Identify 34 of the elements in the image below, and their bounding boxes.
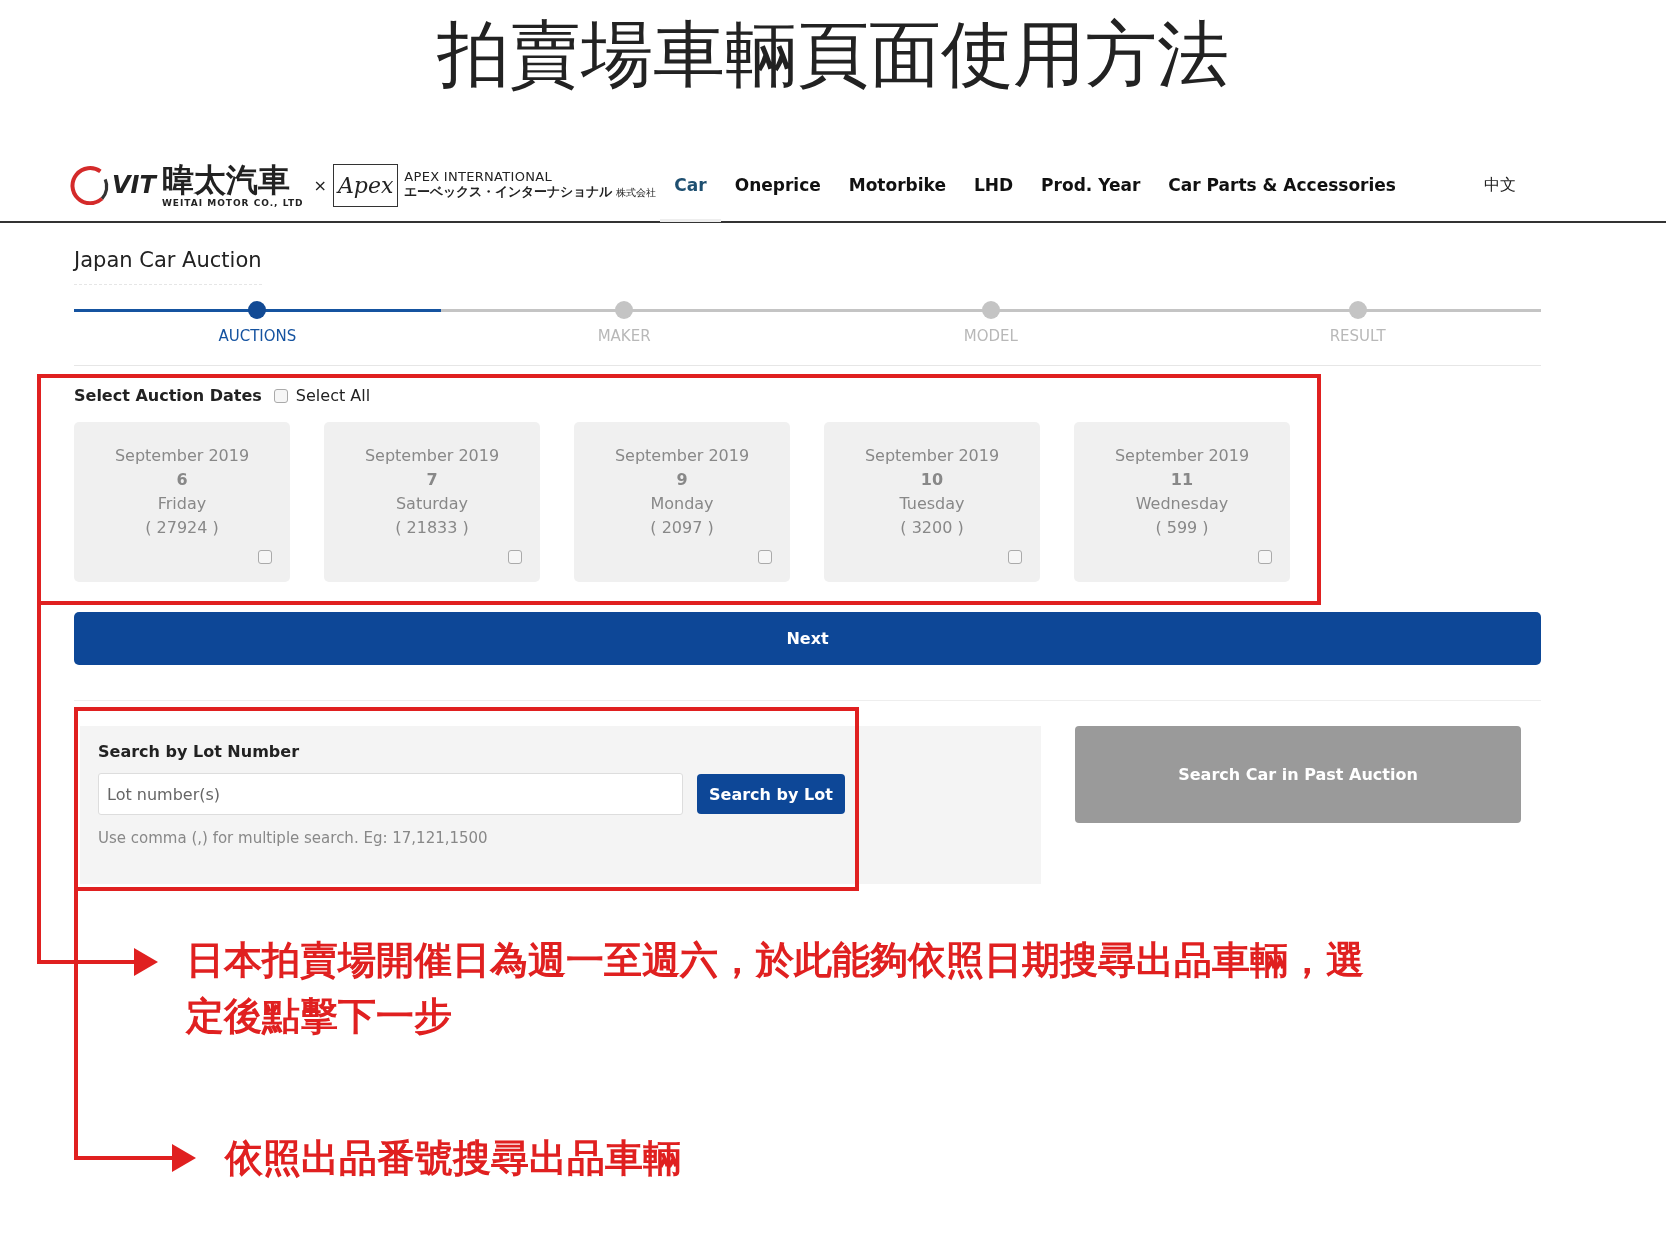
dates-label: Select Auction Dates [74, 386, 262, 405]
partner-name-japanese: エーベックス・インターナショナル [404, 184, 613, 201]
logo-ring-icon [70, 165, 110, 205]
nav-tab[interactable]: Car Parts & Accessories [1154, 148, 1410, 222]
checkbox[interactable] [1258, 550, 1272, 564]
checkbox[interactable] [273, 388, 288, 403]
nav-tab[interactable]: Motorbike [834, 148, 960, 222]
partner-name: APEX INTERNATIONAL [404, 169, 553, 184]
lot-search-hint: Use comma (,) for multiple search. Eg: 17,121,1500 [98, 829, 489, 847]
brand-subtitle: WEITAI MOTOR CO., LTD [161, 198, 304, 208]
annotation-text: 日本拍賣場開催日為週一至週六，於此能夠依照日期搜尋出品車輛，選定後點擊下一步 [186, 937, 1365, 1040]
nav-tab[interactable]: Oneprice [720, 148, 835, 222]
logo-mark: VIT [112, 171, 156, 199]
partner-suffix: 株式会社 [616, 186, 657, 200]
checkbox[interactable] [758, 550, 772, 564]
checkbox[interactable] [1008, 550, 1022, 564]
lot-search-title: Search by Lot Number [98, 742, 300, 761]
checkbox[interactable] [508, 550, 522, 564]
nav-tab[interactable]: LHD [959, 148, 1028, 222]
step-label[interactable]: AUCTIONS [218, 327, 297, 345]
next-button[interactable]: Next [74, 612, 1541, 665]
annotation-text: 依照出品番號搜尋出品車輛 [225, 1135, 681, 1182]
section-title: Japan Car Auction [74, 223, 262, 285]
language-link[interactable]: 中文 [1484, 174, 1516, 196]
checkbox[interactable] [258, 550, 272, 564]
brand-name: 暐太汽車 [161, 162, 291, 198]
nav-tab[interactable]: Prod. Year [1027, 148, 1155, 222]
partner-logo: Apex [332, 163, 399, 207]
search-by-lot-button[interactable]: Search by Lot [697, 774, 845, 814]
page-title: 拍賣場車輛頁面使用方法 [437, 11, 1229, 98]
select-all-label[interactable]: Select All [295, 386, 371, 405]
nav-tab[interactable]: Car [660, 148, 721, 222]
lot-number-field[interactable]: Lot number(s) [98, 773, 683, 815]
logo-separator: × [313, 175, 327, 195]
